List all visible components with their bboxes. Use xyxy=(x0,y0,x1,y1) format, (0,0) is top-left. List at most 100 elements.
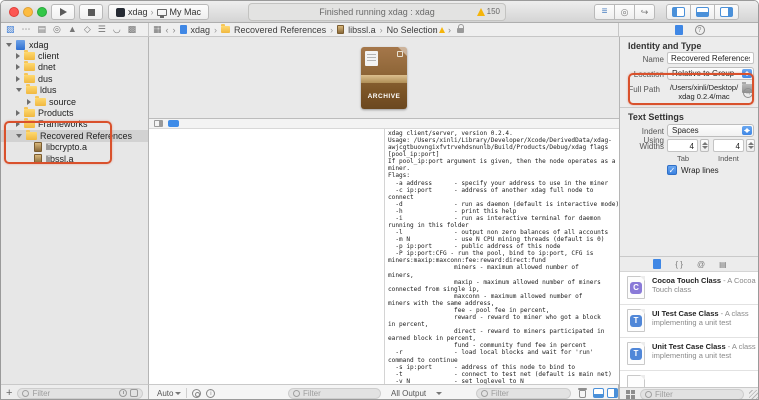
folder-icon xyxy=(24,63,35,71)
tree-row-recovered-references[interactable]: Recovered References xyxy=(1,130,148,141)
chevron-icon: › xyxy=(214,25,217,35)
assistant-editor-button[interactable]: ◎ xyxy=(614,4,635,20)
issue-navigator-icon[interactable]: ▲ xyxy=(68,25,77,34)
tree-row-folder[interactable]: client xyxy=(1,50,148,61)
lock-icon xyxy=(457,28,464,33)
code-snippet-library-tab[interactable]: { } xyxy=(675,260,683,269)
library-item-partial[interactable] xyxy=(620,371,759,387)
info-icon[interactable]: i xyxy=(206,389,215,398)
breakpoint-navigator-icon[interactable]: ◡ xyxy=(113,25,121,34)
source-control-filter-icon[interactable] xyxy=(130,389,138,397)
name-input[interactable] xyxy=(671,54,750,63)
scope-icon[interactable] xyxy=(192,389,201,398)
previous-issue-button[interactable]: ‹ xyxy=(433,25,436,35)
console-filter-input[interactable] xyxy=(491,389,566,398)
tree-row-folder[interactable]: dus xyxy=(1,73,148,84)
console-filter-field[interactable] xyxy=(476,388,571,399)
file-inspector-tab[interactable] xyxy=(675,25,683,35)
wrap-lines-checkbox[interactable] xyxy=(667,165,677,175)
navigator-filter-input[interactable] xyxy=(32,389,116,398)
navigator-filter-field[interactable] xyxy=(17,388,143,399)
report-navigator-icon[interactable]: ▩ xyxy=(128,25,137,34)
next-issue-button[interactable]: › xyxy=(448,25,451,35)
console-layout-button[interactable] xyxy=(607,388,618,398)
disclosure-open-icon[interactable] xyxy=(6,43,12,47)
grid-view-icon[interactable] xyxy=(626,390,635,399)
crumb-project[interactable]: xdag xyxy=(191,25,211,35)
scheme-selector[interactable]: xdag › My Mac xyxy=(108,4,209,20)
version-editor-button[interactable]: ↪ xyxy=(634,4,655,20)
name-field[interactable] xyxy=(667,52,754,64)
tree-row-folder[interactable]: ldus xyxy=(1,85,148,96)
toggle-navigator-button[interactable] xyxy=(666,4,691,20)
variables-filter-field[interactable] xyxy=(288,388,381,399)
disclosure-closed-icon[interactable] xyxy=(16,53,20,59)
reveal-in-finder-icon[interactable]: → xyxy=(743,88,753,98)
quick-help-tab[interactable]: ? xyxy=(695,25,705,35)
disclosure-closed-icon[interactable] xyxy=(27,99,31,105)
toggle-debug-area-button[interactable] xyxy=(690,4,715,20)
symbol-navigator-icon[interactable]: ▤ xyxy=(38,25,47,34)
debug-navigator-icon[interactable]: ☰ xyxy=(98,25,106,34)
test-navigator-icon[interactable]: ◇ xyxy=(84,25,91,34)
variables-view-toggle-icon[interactable] xyxy=(154,120,163,127)
recent-files-icon[interactable] xyxy=(119,389,127,397)
stepper-arrows-icon[interactable] xyxy=(700,139,709,152)
archive-label: ARCHIVE xyxy=(361,93,407,100)
disclosure-closed-icon[interactable] xyxy=(16,110,20,116)
tree-row-folder[interactable]: Frameworks xyxy=(1,119,148,130)
add-button[interactable]: + xyxy=(6,387,12,399)
indent-width-stepper[interactable]: 4 xyxy=(713,139,755,152)
find-navigator-icon[interactable]: ◎ xyxy=(53,25,61,34)
tree-row-file[interactable]: libcrypto.a xyxy=(1,142,148,153)
indent-using-dropdown[interactable]: Spaces xyxy=(667,124,754,137)
stepper-arrows-icon[interactable] xyxy=(746,139,755,152)
tree-row-folder[interactable]: source xyxy=(1,96,148,107)
console-output[interactable]: xdag client/server, version 0.2.4. Usage… xyxy=(386,129,619,384)
tree-row-folder[interactable]: dnet xyxy=(1,62,148,73)
back-button[interactable]: ‹ xyxy=(166,25,169,35)
disclosure-open-icon[interactable] xyxy=(16,134,22,138)
chevron-icon: › xyxy=(151,7,154,17)
library-filter-input[interactable] xyxy=(655,390,739,399)
crumb-selection[interactable]: No Selection xyxy=(387,25,438,35)
media-library-tab[interactable]: ▤ xyxy=(719,260,727,269)
disclosure-closed-icon[interactable] xyxy=(16,64,20,70)
zoom-window-button[interactable] xyxy=(37,7,47,17)
hide-debug-area-button[interactable] xyxy=(593,388,604,398)
console-view-toggle-icon[interactable] xyxy=(168,120,179,127)
standard-editor-button[interactable]: ≡ xyxy=(594,4,615,20)
disclosure-open-icon[interactable] xyxy=(16,88,22,92)
forward-button[interactable]: › xyxy=(173,25,176,35)
warning-badge[interactable]: 150 xyxy=(477,7,500,16)
tree-row-file[interactable]: libssl.a xyxy=(1,153,148,164)
variables-filter-input[interactable] xyxy=(303,389,376,398)
crumb-group[interactable]: Recovered References xyxy=(234,25,326,35)
file-template-library-tab[interactable] xyxy=(653,259,661,269)
filter-icon xyxy=(293,390,300,397)
console-output-popup[interactable]: All Output xyxy=(391,389,426,398)
toggle-inspector-button[interactable] xyxy=(714,4,739,20)
variables-scope-popup[interactable]: Auto xyxy=(157,389,173,398)
project-navigator-icon[interactable]: ▧ xyxy=(6,25,15,34)
resize-grip[interactable] xyxy=(749,390,758,399)
close-window-button[interactable] xyxy=(9,7,19,17)
run-button[interactable] xyxy=(51,4,75,20)
stop-button[interactable] xyxy=(79,4,103,20)
object-library-tab[interactable]: @ xyxy=(697,260,705,269)
library-item[interactable]: C Cocoa Touch Class - A Cocoa Touch clas… xyxy=(620,272,759,305)
source-control-navigator-icon[interactable]: ⋯ xyxy=(22,25,31,34)
tree-row-project[interactable]: xdag xyxy=(1,39,148,50)
clear-console-icon[interactable] xyxy=(578,388,587,398)
library-item[interactable]: T UI Test Case Class - A class implement… xyxy=(620,305,759,338)
disclosure-closed-icon[interactable] xyxy=(16,121,20,127)
location-dropdown[interactable]: Relative to Group xyxy=(667,67,754,80)
minimize-window-button[interactable] xyxy=(23,7,33,17)
library-filter-field[interactable] xyxy=(640,389,744,400)
disclosure-closed-icon[interactable] xyxy=(16,76,20,82)
related-items-icon[interactable]: ▦ xyxy=(153,25,162,34)
tree-row-folder[interactable]: Products xyxy=(1,107,148,118)
crumb-file[interactable]: libssl.a xyxy=(348,25,376,35)
tab-width-stepper[interactable]: 4 xyxy=(667,139,709,152)
library-item[interactable]: T Unit Test Case Class - A class impleme… xyxy=(620,338,759,371)
